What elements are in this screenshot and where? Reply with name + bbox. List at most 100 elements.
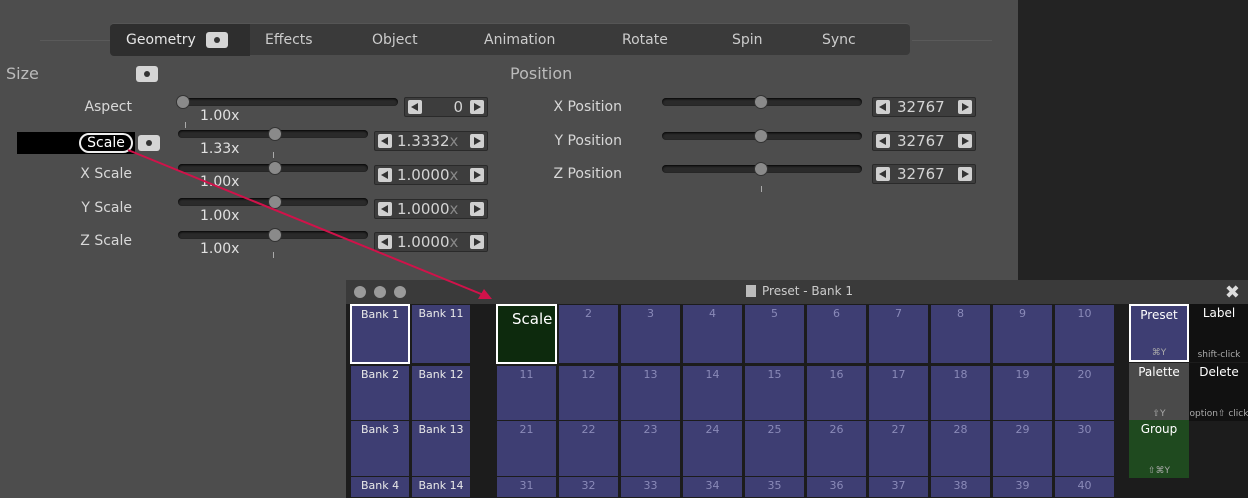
increment-arrow-icon[interactable]: [470, 168, 484, 182]
preset-cell-4[interactable]: 4: [682, 304, 743, 364]
y-scale-stepper[interactable]: 1.0000x: [374, 199, 488, 219]
bank-11-button[interactable]: Bank 11: [411, 304, 471, 364]
preset-cell-5[interactable]: 5: [744, 304, 805, 364]
preset-cell-21[interactable]: 21: [496, 420, 557, 480]
x-scale-slider-handle[interactable]: [268, 161, 282, 175]
preset-cell-16[interactable]: 16: [806, 365, 867, 425]
preset-cell-26[interactable]: 26: [806, 420, 867, 480]
preset-cell-38[interactable]: 38: [930, 476, 991, 498]
palette-mode-button[interactable]: Palette ⇧Y: [1129, 363, 1189, 421]
decrement-arrow-icon[interactable]: [876, 100, 890, 114]
close-window-icon[interactable]: [354, 286, 366, 298]
preset-cell-37[interactable]: 37: [868, 476, 929, 498]
increment-arrow-icon[interactable]: [470, 100, 484, 114]
z-position-slider-handle[interactable]: [754, 162, 768, 176]
y-position-slider-handle[interactable]: [754, 129, 768, 143]
decrement-arrow-icon[interactable]: [876, 167, 890, 181]
increment-arrow-icon[interactable]: [958, 167, 972, 181]
preset-cell-27[interactable]: 27: [868, 420, 929, 480]
preset-cell-35[interactable]: 35: [744, 476, 805, 498]
zoom-window-icon[interactable]: [394, 286, 406, 298]
delete-mode-button[interactable]: Delete option⇧ click: [1189, 363, 1248, 421]
bank-2-button[interactable]: Bank 2: [350, 365, 410, 425]
minimize-window-icon[interactable]: [374, 286, 386, 298]
z-scale-stepper[interactable]: 1.0000x: [374, 232, 488, 252]
decrement-arrow-icon[interactable]: [378, 168, 392, 182]
tab-animation[interactable]: Animation: [484, 24, 555, 56]
bank-13-button[interactable]: Bank 13: [411, 420, 471, 480]
x-position-stepper[interactable]: 32767: [872, 97, 976, 117]
geometry-options-button[interactable]: [206, 32, 229, 48]
decrement-arrow-icon[interactable]: [408, 100, 422, 114]
label-mode-button[interactable]: Label shift-click: [1189, 304, 1248, 362]
preset-cell-32[interactable]: 32: [558, 476, 619, 498]
preset-cell-36[interactable]: 36: [806, 476, 867, 498]
preset-cell-10[interactable]: 10: [1054, 304, 1115, 364]
preset-cell-22[interactable]: 22: [558, 420, 619, 480]
z-scale-slider-handle[interactable]: [268, 228, 282, 242]
x-position-slider-handle[interactable]: [754, 95, 768, 109]
scale-options-button[interactable]: [138, 135, 160, 151]
preset-cell-28[interactable]: 28: [930, 420, 991, 480]
aspect-stepper[interactable]: 0: [404, 97, 488, 117]
bank-12-button[interactable]: Bank 12: [411, 365, 471, 425]
y-position-stepper[interactable]: 32767: [872, 131, 976, 151]
preset-cell-2[interactable]: 2: [558, 304, 619, 364]
increment-arrow-icon[interactable]: [470, 134, 484, 148]
preset-cell-24[interactable]: 24: [682, 420, 743, 480]
tab-sync[interactable]: Sync: [822, 24, 856, 56]
preset-cell-40[interactable]: 40: [1054, 476, 1115, 498]
preset-cell-23[interactable]: 23: [620, 420, 681, 480]
decrement-arrow-icon[interactable]: [378, 235, 392, 249]
decrement-arrow-icon[interactable]: [378, 202, 392, 216]
bank-1-button[interactable]: Bank 1: [350, 304, 410, 364]
tab-object[interactable]: Object: [372, 24, 418, 56]
increment-arrow-icon[interactable]: [470, 235, 484, 249]
decrement-arrow-icon[interactable]: [876, 134, 890, 148]
x-scale-stepper[interactable]: 1.0000x: [374, 165, 488, 185]
preset-cell-6[interactable]: 6: [806, 304, 867, 364]
y-scale-slider-handle[interactable]: [268, 195, 282, 209]
increment-arrow-icon[interactable]: [958, 134, 972, 148]
preset-cell-18[interactable]: 18: [930, 365, 991, 425]
increment-arrow-icon[interactable]: [958, 100, 972, 114]
preset-cell-29[interactable]: 29: [992, 420, 1053, 480]
increment-arrow-icon[interactable]: [470, 202, 484, 216]
preset-cell-17[interactable]: 17: [868, 365, 929, 425]
preset-cell-20[interactable]: 20: [1054, 365, 1115, 425]
preset-titlebar[interactable]: Preset - Bank 1 ✖: [346, 280, 1248, 304]
decrement-arrow-icon[interactable]: [378, 134, 392, 148]
tab-rotate[interactable]: Rotate: [622, 24, 668, 56]
tab-spin[interactable]: Spin: [732, 24, 763, 56]
preset-cell-19[interactable]: 19: [992, 365, 1053, 425]
size-options-button[interactable]: [136, 66, 158, 82]
scale-label[interactable]: Scale: [79, 133, 133, 153]
preset-cell-30[interactable]: 30: [1054, 420, 1115, 480]
preset-cell-25[interactable]: 25: [744, 420, 805, 480]
preset-cell-8[interactable]: 8: [930, 304, 991, 364]
aspect-slider[interactable]: [178, 98, 398, 106]
preset-cell-33[interactable]: 33: [620, 476, 681, 498]
scale-slider-handle[interactable]: [268, 127, 282, 141]
bank-4-button[interactable]: Bank 4: [350, 476, 410, 498]
preset-mode-button[interactable]: Preset ⌘Y: [1129, 304, 1189, 362]
scale-stepper[interactable]: 1.3332x: [374, 131, 488, 151]
preset-cell-13[interactable]: 13: [620, 365, 681, 425]
preset-cell-12[interactable]: 12: [558, 365, 619, 425]
group-mode-button[interactable]: Group ⇧⌘Y: [1129, 420, 1189, 478]
preset-cell-7[interactable]: 7: [868, 304, 929, 364]
preset-cell-14[interactable]: 14: [682, 365, 743, 425]
preset-cell-9[interactable]: 9: [992, 304, 1053, 364]
preset-cell-3[interactable]: 3: [620, 304, 681, 364]
pin-icon[interactable]: ✖: [1225, 282, 1240, 303]
tab-geometry[interactable]: Geometry: [110, 24, 250, 56]
bank-14-button[interactable]: Bank 14: [411, 476, 471, 498]
preset-cell-39[interactable]: 39: [992, 476, 1053, 498]
preset-cell-34[interactable]: 34: [682, 476, 743, 498]
preset-cell-15[interactable]: 15: [744, 365, 805, 425]
preset-cell-31[interactable]: 31: [496, 476, 557, 498]
bank-3-button[interactable]: Bank 3: [350, 420, 410, 480]
tab-effects[interactable]: Effects: [265, 24, 313, 56]
aspect-slider-handle[interactable]: [176, 95, 190, 109]
preset-cell-1[interactable]: Scale: [496, 304, 557, 364]
